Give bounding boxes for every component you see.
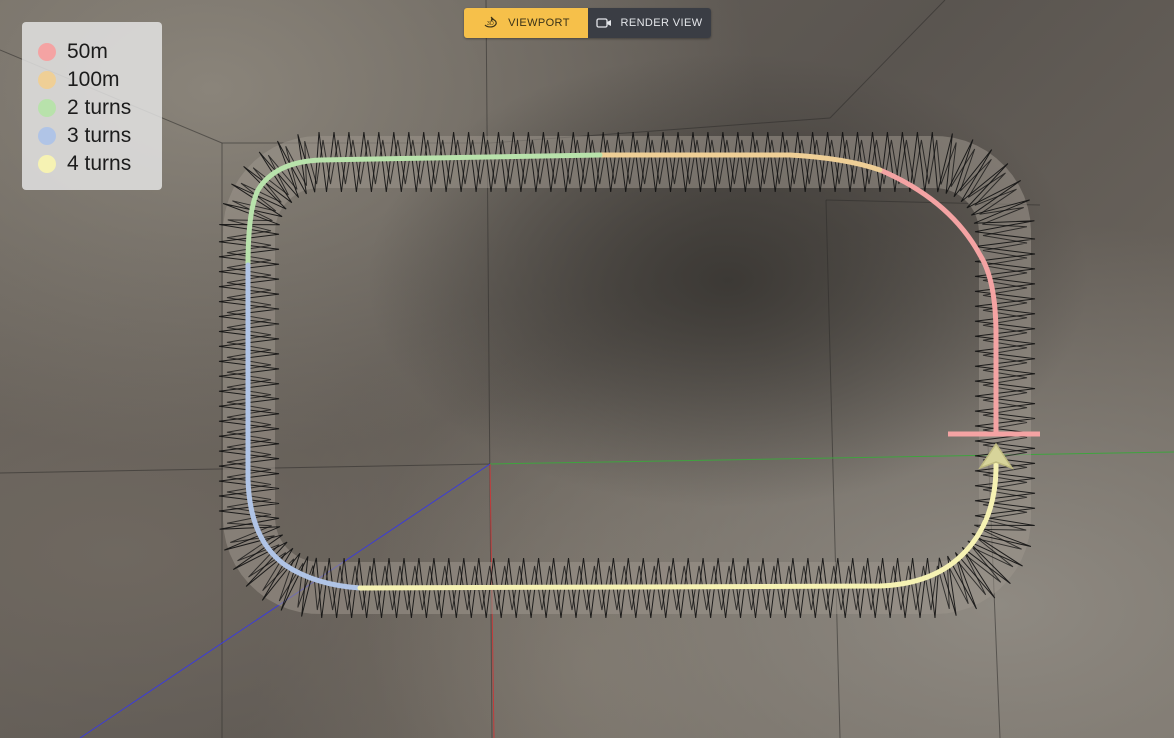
legend-swatch (38, 127, 56, 145)
legend-item-2-turns: 2 turns (38, 94, 162, 122)
legend-label: 4 turns (67, 152, 132, 175)
svg-text:3D: 3D (487, 21, 494, 27)
legend-item-4-turns: 4 turns (38, 150, 162, 178)
legend-swatch (38, 43, 56, 61)
3d-rotate-icon: 3D (482, 16, 500, 30)
video-camera-icon (596, 17, 612, 29)
legend-swatch (38, 99, 56, 117)
track-wireframe (226, 139, 1028, 611)
track-surface (223, 136, 1031, 614)
legend-swatch (38, 155, 56, 173)
render-view-button[interactable]: RENDER VIEW (588, 8, 711, 38)
render-view-button-label: RENDER VIEW (620, 17, 703, 29)
legend: 50m 100m 2 turns 3 turns 4 turns (22, 22, 162, 190)
legend-label: 100m (67, 68, 120, 91)
view-mode-toggle: 3D VIEWPORT RENDER VIEW (464, 8, 711, 38)
track-wireframe (218, 131, 1036, 619)
legend-item-3-turns: 3 turns (38, 122, 162, 150)
track-mesh (218, 131, 1036, 619)
3d-viewport[interactable]: 3D VIEWPORT RENDER VIEW 50m 100m 2 turns… (0, 0, 1174, 738)
x-axis (489, 451, 1174, 465)
legend-item-100m: 100m (38, 66, 162, 94)
legend-swatch (38, 71, 56, 89)
legend-item-50m: 50m (38, 38, 162, 66)
scene-canvas[interactable] (0, 0, 1174, 738)
legend-label: 2 turns (67, 96, 132, 119)
legend-label: 3 turns (67, 124, 132, 147)
route-path (245, 152, 999, 591)
viewport-button-label: VIEWPORT (508, 17, 570, 29)
legend-label: 50m (67, 40, 108, 63)
viewport-button[interactable]: 3D VIEWPORT (464, 8, 588, 38)
